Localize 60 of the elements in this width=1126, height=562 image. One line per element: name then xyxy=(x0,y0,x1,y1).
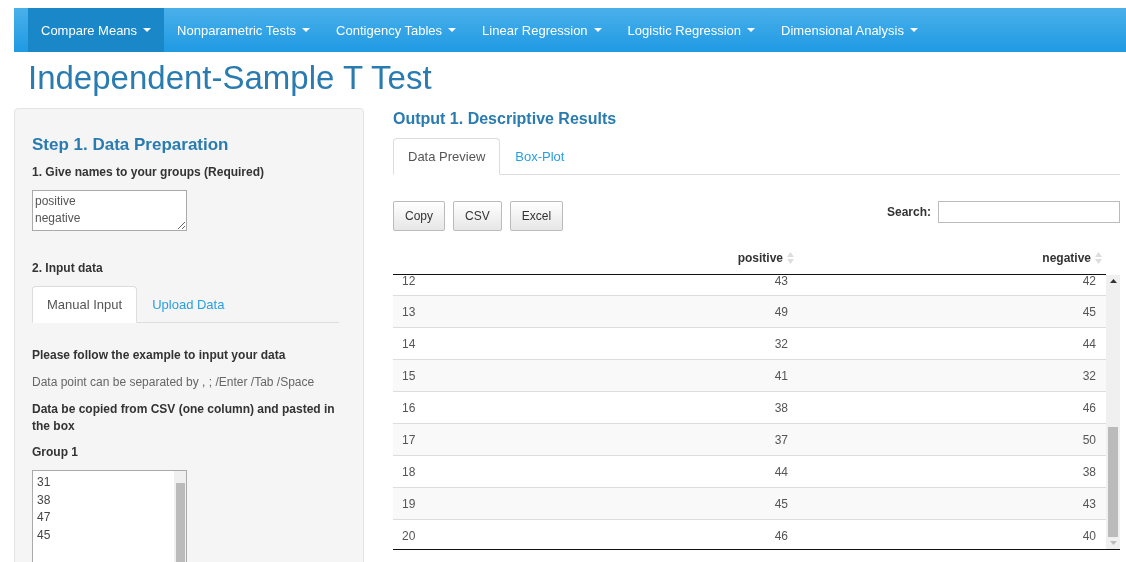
sort-icon[interactable] xyxy=(1095,251,1102,265)
table-cell: 50 xyxy=(1082,432,1096,447)
table-cell: 46 xyxy=(774,528,788,543)
table-cell: 44 xyxy=(774,464,788,479)
table-cell: 45 xyxy=(1082,304,1096,319)
search-field[interactable] xyxy=(938,201,1120,223)
table-cell: 37 xyxy=(774,432,788,447)
table-cell: 32 xyxy=(774,336,788,351)
table-cell: 44 xyxy=(1082,336,1096,351)
table-cell: 45 xyxy=(774,496,788,511)
table-cell: 13 xyxy=(402,304,416,319)
section-title: Step 1. Data Preparation xyxy=(32,135,230,155)
caret-icon xyxy=(448,28,457,32)
table-cell: 12 xyxy=(402,275,416,287)
table-cell: 14 xyxy=(402,336,416,351)
table-cell: 49 xyxy=(774,304,788,319)
scrollbar[interactable] xyxy=(174,471,186,562)
scroll-up-icon[interactable] xyxy=(1109,279,1117,283)
table-cell: 46 xyxy=(1082,400,1096,415)
table-cell: 38 xyxy=(774,400,788,415)
instruction-text: Data be copied from CSV (one column) and pasted in the box xyxy=(32,401,336,435)
export-button[interactable]: CSV xyxy=(453,201,502,231)
table-cell: 32 xyxy=(1082,368,1096,383)
tab[interactable]: Manual Input xyxy=(32,286,138,323)
caret-icon xyxy=(909,28,918,32)
table-cell: 16 xyxy=(402,400,416,415)
page-title: Independent-Sample T Test xyxy=(28,58,433,98)
search-label: Search: xyxy=(886,205,931,219)
caret-icon xyxy=(143,28,152,32)
field-label: 1. Give names to your groups (Required) xyxy=(32,165,266,179)
table-cell: 17 xyxy=(402,432,416,447)
nav-menu[interactable]: Compare Means xyxy=(28,8,165,52)
tab[interactable]: Data Preview xyxy=(393,138,501,175)
scroll-down-icon[interactable] xyxy=(1109,541,1117,545)
names-field[interactable]: positive negative xyxy=(32,190,187,231)
sort-icon[interactable] xyxy=(787,251,794,265)
table-cell: 19 xyxy=(402,496,416,511)
export-button[interactable]: Copy xyxy=(393,201,445,231)
field-label: 2. Input data xyxy=(32,261,104,275)
table-cell: 42 xyxy=(1082,275,1096,287)
section-title: Output 1. Descriptive Results xyxy=(393,110,618,128)
caret-icon xyxy=(593,28,602,32)
table-cell: 43 xyxy=(774,275,788,287)
column-header[interactable]: positive xyxy=(737,251,783,265)
instruction-text: Data point can be separated by , ; /Enter /Tab /Space xyxy=(32,374,316,391)
group-field[interactable]: 31 38 47 45 xyxy=(32,470,187,562)
instruction-text: Please follow the example to input your data xyxy=(32,347,287,364)
caret-icon xyxy=(302,28,311,32)
table-cell: 15 xyxy=(402,368,416,383)
field-label: Group 1 xyxy=(32,445,79,459)
table-cell: 18 xyxy=(402,464,416,479)
table-cell: 43 xyxy=(1082,496,1096,511)
caret-icon xyxy=(747,28,756,32)
export-button[interactable]: Excel xyxy=(509,201,564,231)
table-cell: 38 xyxy=(1082,464,1096,479)
table-cell: 20 xyxy=(402,528,416,543)
table-cell: 41 xyxy=(774,368,788,383)
scrollbar[interactable] xyxy=(1106,275,1120,549)
column-header[interactable]: negative xyxy=(1042,251,1091,265)
table-cell: 40 xyxy=(1082,528,1096,543)
